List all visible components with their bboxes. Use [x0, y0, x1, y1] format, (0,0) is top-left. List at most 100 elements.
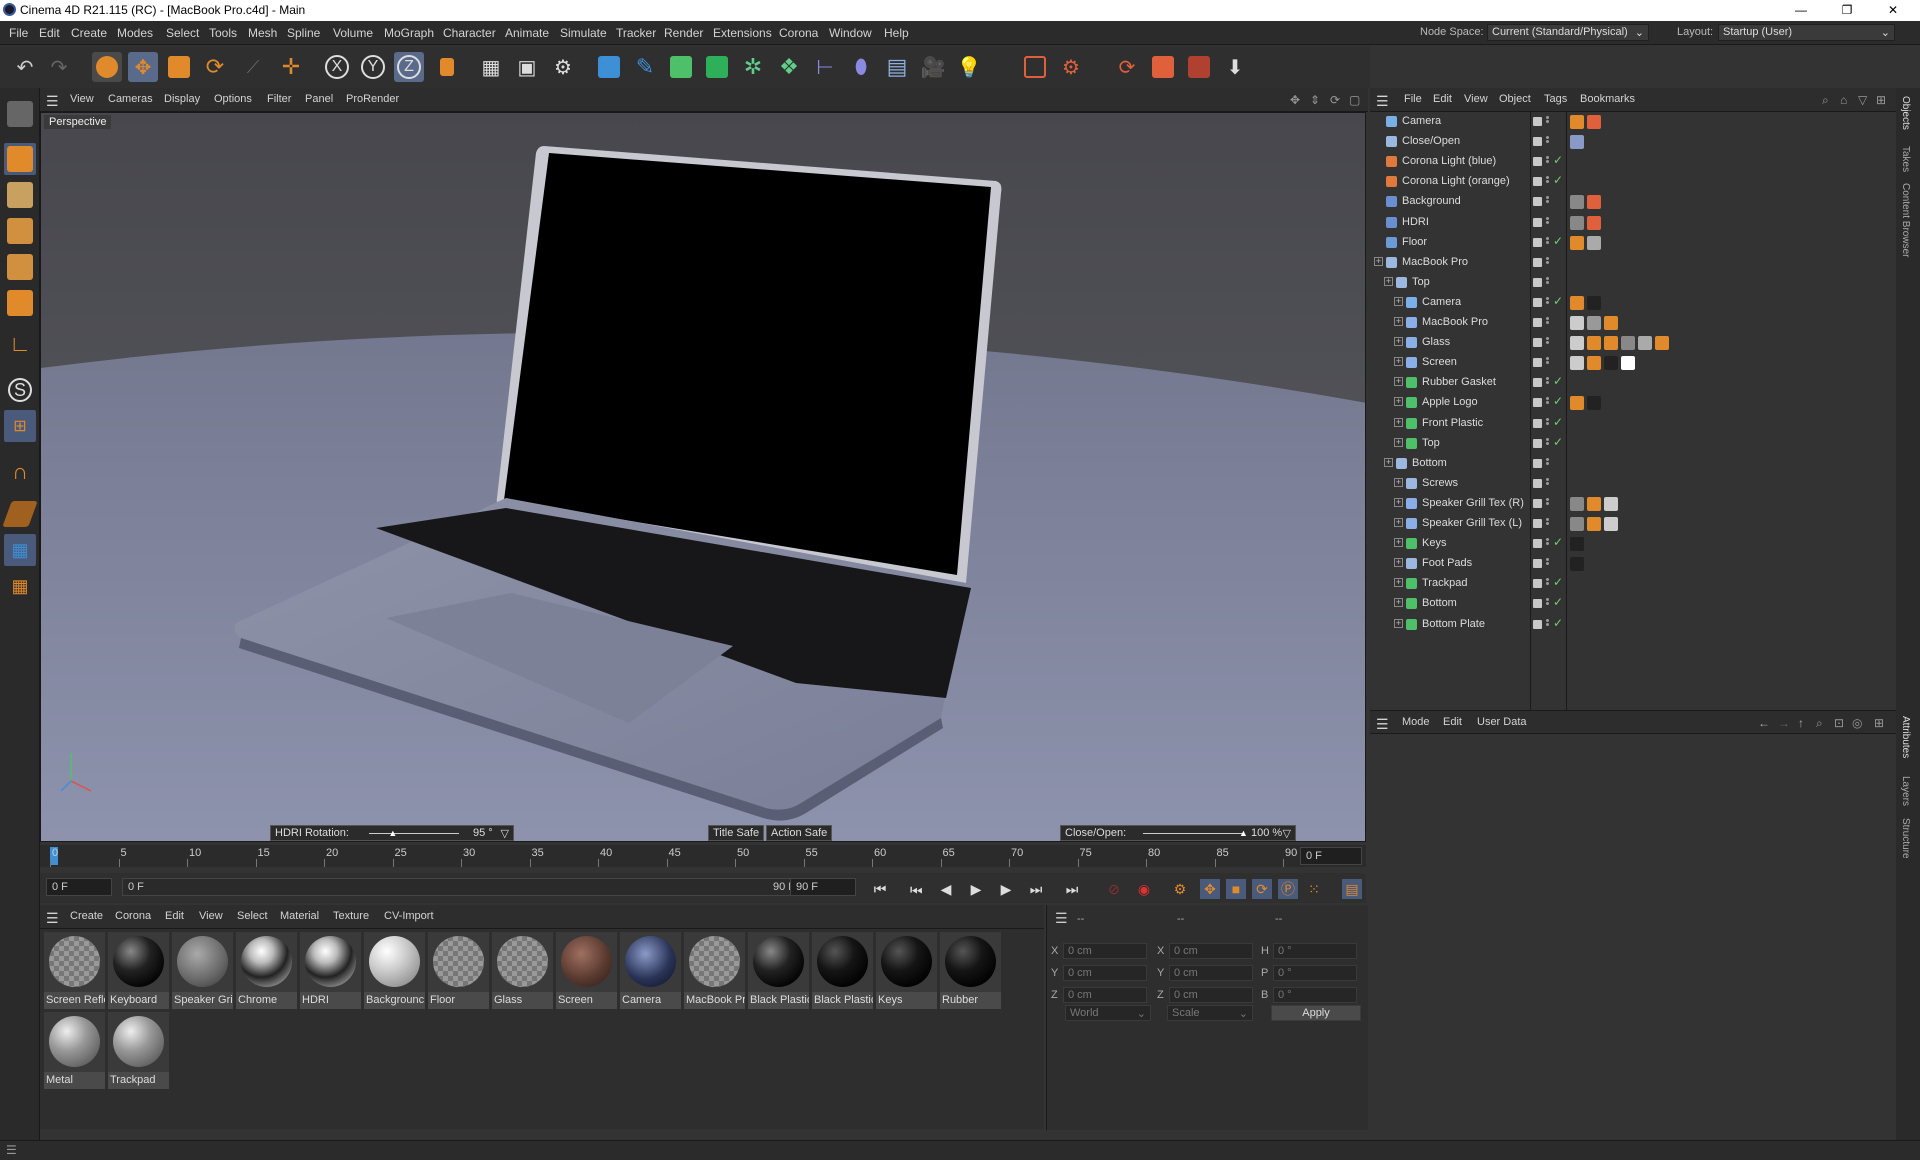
object-row[interactable]: HDRI: [1370, 213, 1896, 233]
editor-render-visibility-icon[interactable]: [1546, 396, 1550, 410]
coordinate-system-button[interactable]: [432, 52, 462, 82]
editor-render-visibility-icon[interactable]: [1546, 356, 1550, 370]
object-row[interactable]: + Bottom: [1370, 454, 1896, 474]
object-tag-icon[interactable]: [1570, 195, 1584, 210]
expand-toggle-icon[interactable]: +: [1394, 477, 1403, 487]
editor-render-visibility-icon[interactable]: [1546, 517, 1550, 531]
editor-render-visibility-icon[interactable]: [1546, 557, 1550, 571]
next-key-button[interactable]: ⏭: [1026, 879, 1046, 899]
material-swatch[interactable]: Trackpad: [108, 1012, 169, 1089]
object-row[interactable]: + Top: [1370, 273, 1896, 293]
menu-simulate[interactable]: Simulate: [560, 26, 607, 40]
object-tag-icon[interactable]: [1587, 115, 1601, 129]
object-tag-icon[interactable]: [1570, 115, 1584, 129]
layer-visibility-icon[interactable]: [1533, 438, 1542, 448]
coord-mode-dropdown[interactable]: Scale ⌄: [1167, 1005, 1253, 1021]
layer-visibility-icon[interactable]: [1533, 217, 1542, 227]
layer-visibility-icon[interactable]: [1533, 478, 1542, 488]
frame-range-slider[interactable]: 0 F 90 F: [122, 878, 822, 896]
menu-select[interactable]: Select: [166, 26, 199, 40]
key-point-level-button[interactable]: ⁙: [1304, 879, 1324, 899]
object-tag-icon[interactable]: [1587, 336, 1601, 351]
object-row[interactable]: + Speaker Grill Tex (R): [1370, 494, 1896, 514]
object-tag-icon[interactable]: [1570, 336, 1584, 351]
layer-visibility-icon[interactable]: [1533, 559, 1542, 569]
mat-menu-corona[interactable]: Corona: [115, 910, 151, 922]
corona-material-button[interactable]: [1148, 52, 1178, 82]
corona-vfb-button[interactable]: [1020, 52, 1050, 82]
menu-volume[interactable]: Volume: [333, 26, 373, 40]
new-view-icon[interactable]: ⊞: [1874, 716, 1884, 730]
mat-menu-view[interactable]: View: [199, 910, 223, 922]
editor-render-visibility-icon[interactable]: [1546, 537, 1550, 551]
coord-size-field[interactable]: 0 cm: [1169, 943, 1253, 959]
layer-visibility-icon[interactable]: [1533, 579, 1542, 589]
menu-extensions[interactable]: Extensions: [713, 26, 772, 40]
hamburger-icon[interactable]: ☰: [1055, 910, 1068, 927]
obj-menu-file[interactable]: File: [1404, 93, 1422, 105]
corona-render-button[interactable]: ⟳: [1112, 52, 1142, 82]
menu-animate[interactable]: Animate: [505, 26, 549, 40]
material-swatch[interactable]: Black Plastic: [812, 932, 873, 1009]
expand-toggle-icon[interactable]: +: [1394, 357, 1403, 367]
tab-objects[interactable]: Objects: [1900, 96, 1911, 130]
hdri-rotation-hud[interactable]: HDRI Rotation: ▲ 95 ° ▽: [270, 825, 514, 841]
layer-visibility-icon[interactable]: [1533, 157, 1542, 167]
object-tag-icon[interactable]: [1621, 356, 1635, 371]
material-swatch[interactable]: Glass: [492, 932, 553, 1009]
layer-visibility-icon[interactable]: [1533, 619, 1542, 629]
apply-button[interactable]: Apply: [1271, 1005, 1361, 1021]
move-view-icon[interactable]: ✥: [1290, 93, 1300, 107]
menu-mograph[interactable]: MoGraph: [384, 26, 434, 40]
home-icon[interactable]: ⌂: [1840, 93, 1847, 107]
render-picture-viewer-button[interactable]: ▣: [512, 52, 542, 82]
object-row[interactable]: + Rubber Gasket ✓: [1370, 373, 1896, 393]
quantize-button[interactable]: ▦: [4, 570, 36, 602]
expand-toggle-icon[interactable]: +: [1394, 578, 1403, 588]
start-frame-field[interactable]: 0 F: [46, 878, 112, 896]
object-tag-icon[interactable]: [1570, 537, 1584, 552]
object-row[interactable]: + Bottom Plate ✓: [1370, 615, 1896, 635]
object-row[interactable]: + Camera ✓: [1370, 293, 1896, 313]
vp-menu-display[interactable]: Display: [164, 93, 200, 105]
editor-render-visibility-icon[interactable]: [1546, 618, 1550, 632]
restore-button[interactable]: ❐: [1824, 0, 1870, 21]
hamburger-icon[interactable]: ☰: [46, 93, 59, 110]
corona-proxy-button[interactable]: [1184, 52, 1214, 82]
mograph-button[interactable]: ❖: [774, 52, 804, 82]
snap-settings-button[interactable]: ⊞: [4, 410, 36, 442]
material-swatch[interactable]: Speaker Gri: [172, 932, 233, 1009]
enabled-check-icon[interactable]: ✓: [1553, 234, 1563, 248]
object-row[interactable]: + Front Plastic ✓: [1370, 414, 1896, 434]
object-row[interactable]: + Trackpad ✓: [1370, 574, 1896, 594]
maximize-view-icon[interactable]: ▢: [1349, 93, 1360, 107]
obj-menu-tags[interactable]: Tags: [1544, 93, 1567, 105]
object-row[interactable]: + Speaker Grill Tex (L): [1370, 514, 1896, 534]
menu-help[interactable]: Help: [884, 26, 909, 40]
new-view-icon[interactable]: ⊞: [1876, 93, 1886, 107]
vp-menu-panel[interactable]: Panel: [305, 93, 333, 105]
hamburger-icon[interactable]: ☰: [1376, 93, 1389, 110]
object-tag-icon[interactable]: [1570, 517, 1584, 531]
back-arrow-icon[interactable]: ←: [1758, 716, 1770, 730]
expand-toggle-icon[interactable]: +: [1394, 437, 1403, 447]
object-tag-icon[interactable]: [1570, 356, 1584, 371]
expand-toggle-icon[interactable]: +: [1384, 457, 1393, 467]
material-swatch[interactable]: MacBook Pr: [684, 932, 745, 1009]
enabled-check-icon[interactable]: ✓: [1553, 575, 1563, 589]
enabled-check-icon[interactable]: ✓: [1553, 435, 1563, 449]
material-swatch[interactable]: Keys: [876, 932, 937, 1009]
mat-menu-create[interactable]: Create: [70, 910, 103, 922]
object-tag-icon[interactable]: [1638, 336, 1652, 351]
enabled-check-icon[interactable]: ✓: [1553, 153, 1563, 167]
y-axis-button[interactable]: Y: [358, 52, 388, 82]
expand-toggle-icon[interactable]: +: [1374, 256, 1383, 266]
object-tag-icon[interactable]: [1587, 215, 1601, 230]
material-swatch[interactable]: Camera: [620, 932, 681, 1009]
material-swatch[interactable]: Keyboard: [108, 932, 169, 1009]
expand-toggle-icon[interactable]: +: [1394, 538, 1403, 548]
enabled-check-icon[interactable]: ✓: [1553, 595, 1563, 609]
layer-visibility-icon[interactable]: [1533, 418, 1542, 428]
object-row[interactable]: + Glass: [1370, 333, 1896, 353]
menu-corona[interactable]: Corona: [779, 26, 818, 40]
